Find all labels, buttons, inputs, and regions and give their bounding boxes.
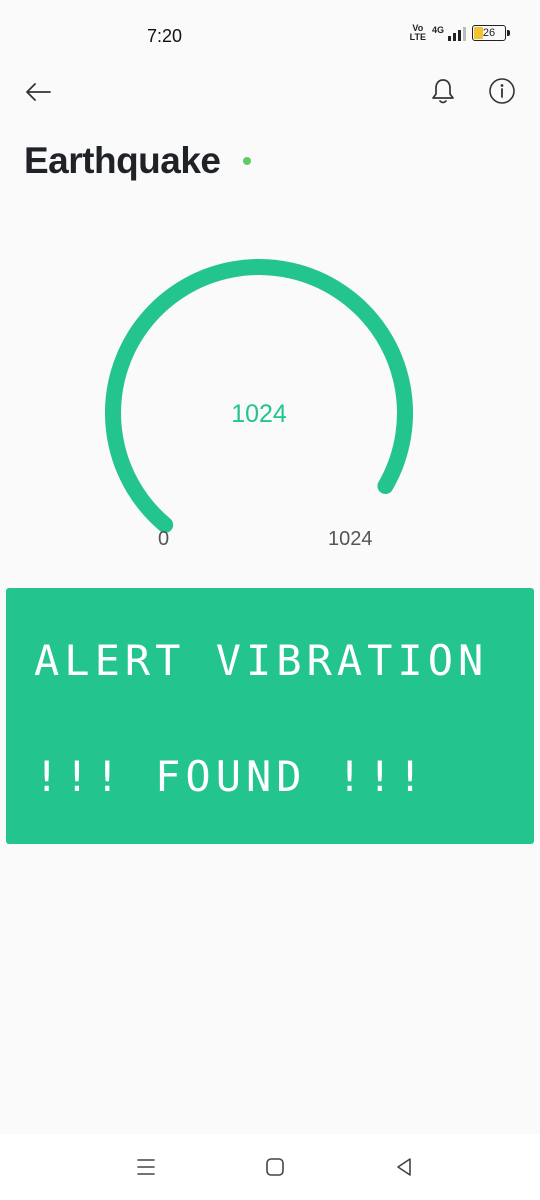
volte-icon: Vo LTE [409, 23, 426, 42]
arrow-left-icon [26, 83, 51, 101]
status-bar: 7:20 Vo LTE 4G 26 [0, 0, 540, 72]
battery-level: 26 [482, 27, 496, 39]
info-button[interactable] [488, 77, 516, 105]
status-icons: Vo LTE 4G 26 [409, 23, 510, 42]
page-title: Earthquake [24, 140, 221, 181]
signal-icon: 4G [432, 25, 466, 41]
home-button[interactable] [260, 1152, 290, 1182]
back-triangle-icon [397, 1158, 411, 1176]
lcd-display: ALERT VIBRATION !!! FOUND !!! [6, 588, 534, 844]
lcd-line-2: !!! FOUND !!! [34, 752, 428, 801]
nav-back-button[interactable] [389, 1152, 419, 1182]
gauge-value: 1024 [231, 400, 287, 428]
lcd-line-1: ALERT VIBRATION [34, 636, 489, 685]
back-button[interactable] [22, 76, 54, 108]
network-type: 4G [431, 25, 444, 35]
system-nav-bar [0, 1134, 540, 1200]
home-square-icon [266, 1158, 284, 1176]
online-status-dot [242, 157, 251, 165]
menu-icon [137, 1159, 155, 1175]
status-time: 7:20 [147, 26, 183, 46]
gauge-widget: 1024 0 1024 [0, 240, 540, 560]
app-bar [0, 72, 540, 112]
info-icon [489, 78, 515, 104]
gauge-arc [105, 259, 413, 533]
notifications-button[interactable] [428, 76, 458, 106]
gauge-max-label: 1024 [328, 528, 373, 550]
gauge-min-label: 0 [158, 528, 170, 550]
recents-button[interactable] [131, 1152, 161, 1182]
battery-icon: 26 [472, 25, 510, 41]
title-row: Earthquake [24, 140, 251, 182]
bell-icon [432, 79, 454, 104]
